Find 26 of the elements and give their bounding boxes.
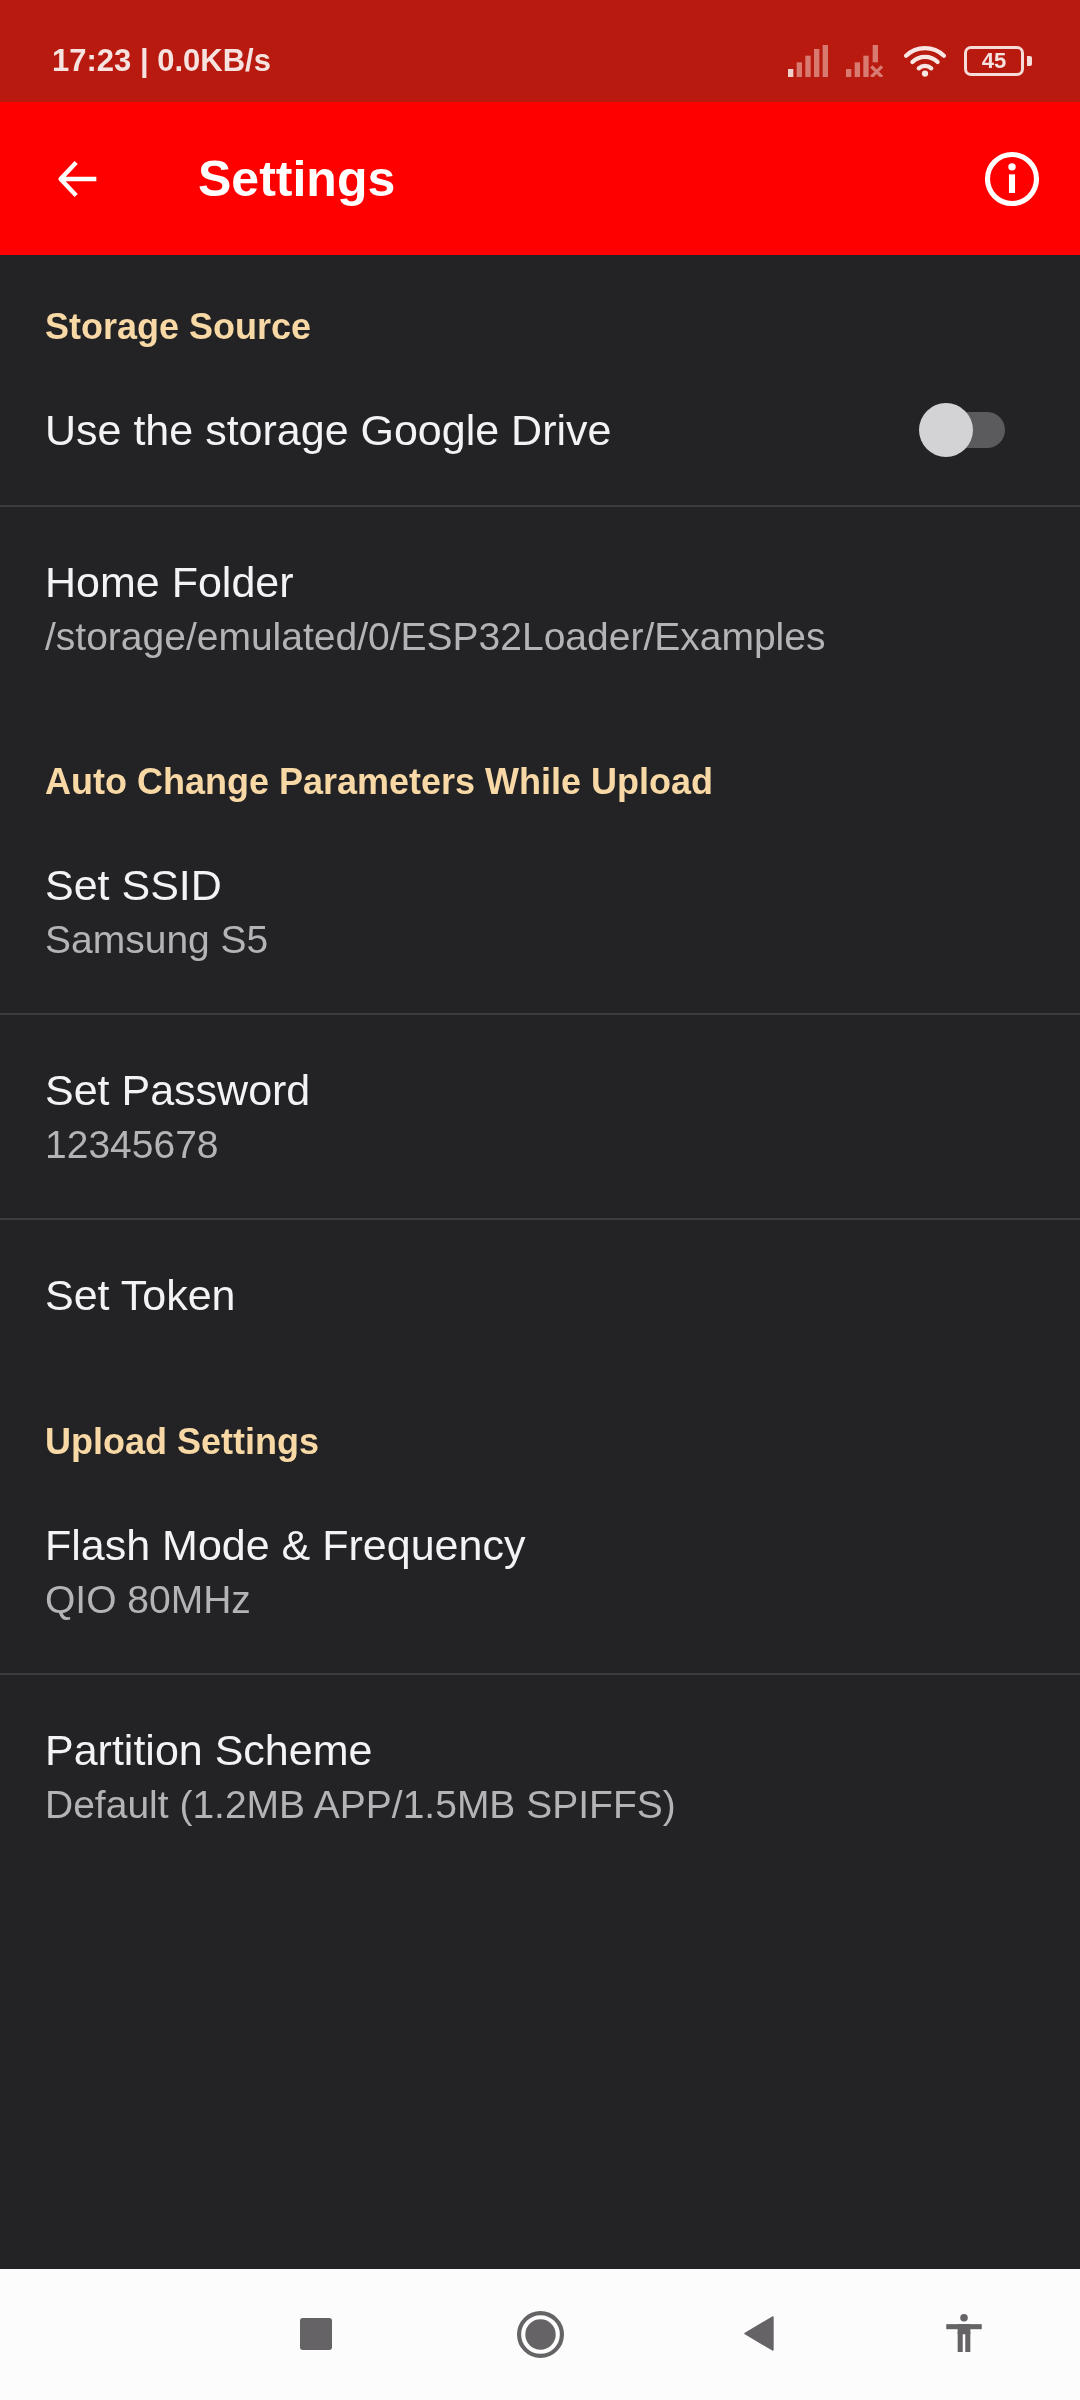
preference-summary: 12345678 — [45, 1123, 220, 1167]
preference-title[interactable]: Set Password — [45, 1066, 311, 1115]
status-time-text: 17:23 | 0.0KB/s — [52, 43, 271, 79]
preference-summary: Samsung S5 — [45, 918, 269, 962]
accessibility-icon[interactable] — [946, 2314, 982, 2352]
home-icon[interactable] — [517, 2311, 564, 2358]
info-icon[interactable] — [984, 150, 1040, 207]
toggle-switch[interactable] — [919, 403, 1005, 457]
preference-summary: QIO 80MHz — [45, 1578, 252, 1622]
preference-title[interactable]: Partition Scheme — [45, 1726, 676, 1775]
back-icon[interactable] — [744, 2316, 774, 2351]
preference-title[interactable]: Set Token — [45, 1270, 236, 1320]
signal-icon — [788, 45, 828, 77]
preference-title[interactable]: Set SSID — [45, 861, 269, 910]
section-header: Storage Source — [45, 306, 312, 348]
preference-title[interactable]: Use the storage Google Drive — [45, 405, 612, 455]
section-header: Upload Settings — [45, 1421, 319, 1463]
preference-title[interactable]: Home Folder — [45, 558, 826, 607]
battery-indicator: 45 — [964, 46, 1032, 76]
preference-summary: Default (1.2MB APP/1.5MB SPIFFS) — [45, 1783, 676, 1827]
no-signal-icon — [846, 45, 886, 77]
wifi-icon — [904, 45, 946, 77]
preference-title[interactable]: Flash Mode & Frequency — [45, 1521, 526, 1570]
section-header: Auto Change Parameters While Upload — [45, 761, 714, 803]
screen-title: Settings — [198, 149, 396, 208]
preference-summary: /storage/emulated/0/ESP32Loader/Examples — [45, 615, 826, 659]
